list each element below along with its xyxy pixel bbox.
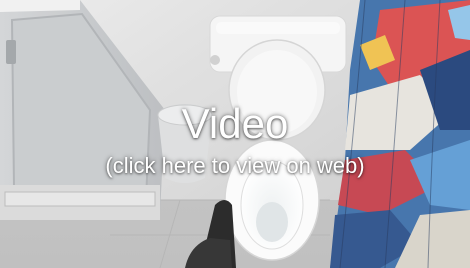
video-player[interactable]: Video (click here to view on web) — [0, 0, 470, 268]
video-poster-image[interactable] — [0, 0, 470, 268]
